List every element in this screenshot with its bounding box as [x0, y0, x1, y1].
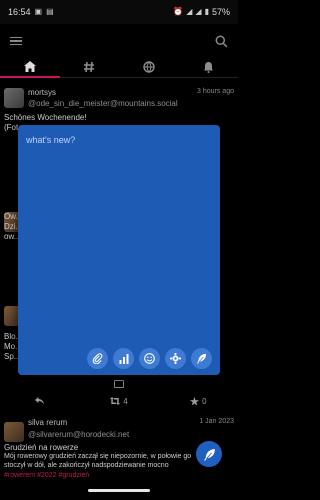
gear-icon	[170, 353, 181, 364]
reply-icon	[35, 397, 45, 405]
boost-count: 4	[123, 396, 128, 406]
compose-input[interactable]: what's new?	[26, 135, 75, 145]
paperclip-icon	[92, 353, 103, 364]
wifi-icon: ◢	[186, 7, 193, 16]
post-author-name[interactable]: silva rerum	[28, 418, 67, 427]
emoji-icon	[144, 353, 155, 364]
battery-icon: ▮	[204, 7, 209, 16]
post-text-line: stoczył w dół, ale zakończył nadspodziew…	[4, 462, 169, 469]
menu-icon[interactable]	[10, 36, 22, 46]
post-time: 1 Jan 2023	[199, 418, 234, 425]
compose-toolbar	[87, 348, 212, 369]
boost-button[interactable]: 4	[79, 397, 158, 406]
poll-button[interactable]	[113, 348, 134, 369]
hashtag-icon	[84, 61, 95, 72]
signal-icon: ◢	[195, 7, 202, 16]
favourite-button[interactable]: 0	[159, 396, 238, 406]
post-hashtags[interactable]: #rowerem #2022 #grudzień	[4, 472, 89, 479]
favourite-count: 0	[202, 396, 207, 406]
boost-icon	[110, 397, 121, 405]
feather-icon	[203, 448, 215, 460]
status-bar: 16:54 ▣ ▤ ⏰ ◢ ◢ ▮ 57%	[0, 0, 238, 24]
media-attachment-icon[interactable]	[114, 380, 124, 388]
app-bar	[0, 24, 238, 58]
post-text-line: Mój rowerowy grudzień zaczął się niepozo…	[4, 453, 192, 460]
tab-hashtag[interactable]	[60, 56, 120, 77]
post-author-handle[interactable]: @ode_sin_die_meister@mountains.social	[28, 99, 178, 108]
emoji-button[interactable]	[139, 348, 160, 369]
image-icon: ▤	[46, 7, 54, 16]
reply-button[interactable]	[0, 397, 79, 405]
battery-percent: 57%	[211, 7, 230, 17]
post-author-handle[interactable]: @silvarerum@horodecki.net	[28, 430, 129, 439]
tab-federated[interactable]	[119, 56, 179, 77]
compose-fab[interactable]	[196, 441, 222, 467]
post-text-line: Grudzień na rowerze	[4, 443, 79, 452]
status-time: 16:54	[8, 7, 31, 17]
tab-bar	[0, 56, 238, 78]
post-text-line: Schönes Wochenende!	[4, 113, 87, 122]
alarm-icon: ⏰	[173, 7, 184, 16]
feather-icon	[196, 353, 207, 364]
star-icon	[190, 396, 200, 406]
search-icon[interactable]	[215, 35, 228, 48]
tab-notifications[interactable]	[179, 56, 239, 77]
globe-icon	[143, 60, 155, 73]
home-icon	[23, 61, 36, 72]
compose-panel[interactable]: what's new?	[18, 125, 220, 375]
attach-button[interactable]	[87, 348, 108, 369]
post-actions: 4 0	[0, 391, 238, 411]
navigation-handle[interactable]	[88, 489, 150, 492]
post-time: 3 hours ago	[197, 88, 234, 95]
poll-icon	[119, 353, 128, 364]
bell-icon	[203, 61, 213, 73]
send-button[interactable]	[191, 348, 212, 369]
avatar[interactable]	[4, 422, 24, 442]
post-author-name[interactable]: mortsys	[28, 88, 56, 97]
screenshot-icon: ▣	[34, 7, 43, 16]
settings-button[interactable]	[165, 348, 186, 369]
tab-home[interactable]	[0, 56, 60, 78]
avatar[interactable]	[4, 88, 24, 108]
